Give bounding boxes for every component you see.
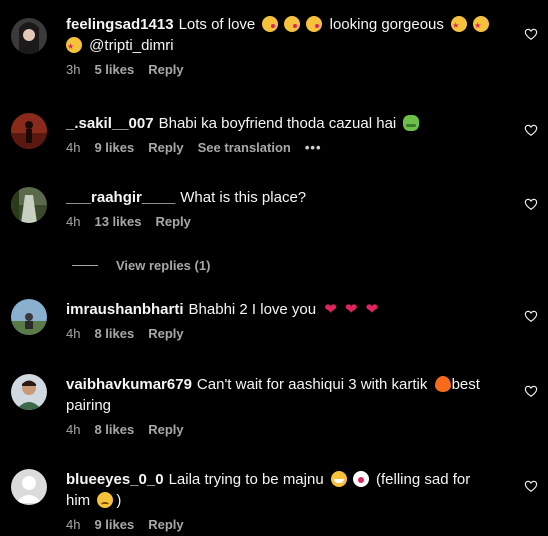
heart-outline-icon[interactable]: [524, 384, 538, 398]
heart-outline-icon[interactable]: [524, 479, 538, 493]
more-options-icon[interactable]: •••: [305, 140, 322, 155]
comment-time: 4h: [66, 140, 81, 155]
fire-icon: [434, 376, 451, 392]
mention-link[interactable]: @tripti_dimri: [89, 37, 173, 54]
comment-text: feelingsad1413 Lots of love looking gorge…: [66, 14, 506, 57]
reply-button[interactable]: Reply: [148, 517, 183, 532]
red-heart-icon: ❤: [324, 301, 337, 318]
avatar[interactable]: [11, 374, 47, 410]
likes-count[interactable]: 8 likes: [94, 326, 134, 341]
face-blowing-kiss-icon: [284, 16, 301, 32]
see-translation-button[interactable]: See translation: [198, 140, 291, 155]
comment-text: _.sakil__007 Bhabi ka boyfriend thoda caz…: [66, 113, 506, 134]
comment-meta: 4h 9 likes Reply: [66, 517, 506, 532]
comment-time: 4h: [66, 214, 81, 229]
comment-text: ___raahgir____ What is this place?: [66, 189, 307, 206]
comment-username[interactable]: feelingsad1413: [66, 16, 174, 33]
view-replies-button[interactable]: View replies (1): [72, 258, 210, 273]
reply-button[interactable]: Reply: [155, 214, 190, 229]
comment-meta: 3h 5 likes Reply: [66, 62, 506, 77]
comment-meta: 4h 9 likes Reply See translation •••: [66, 140, 506, 155]
star-struck-icon: [473, 15, 490, 36]
comment-username[interactable]: blueeyes_0_0: [66, 471, 164, 488]
likes-count[interactable]: 9 likes: [94, 517, 134, 532]
face-blowing-kiss-icon: [306, 16, 323, 32]
avatar[interactable]: [11, 187, 47, 223]
reply-button[interactable]: Reply: [148, 62, 183, 77]
comment-username[interactable]: vaibhavkumar679: [66, 376, 192, 393]
red-heart-icon: ❤: [344, 301, 358, 318]
comment-username[interactable]: ___raahgir____: [66, 189, 175, 206]
comment-text: vaibhavkumar679 Can't wait for aashiqui 3…: [66, 376, 480, 414]
avatar[interactable]: [11, 469, 47, 505]
avatar[interactable]: [11, 18, 47, 54]
comment-time: 4h: [66, 517, 81, 532]
avatar[interactable]: [11, 113, 47, 149]
heart-outline-icon[interactable]: [524, 123, 538, 137]
avatar[interactable]: [11, 299, 47, 335]
heart-outline-icon[interactable]: [524, 197, 538, 211]
comment-username[interactable]: _.sakil__007: [66, 115, 154, 132]
star-struck-icon: [66, 36, 82, 57]
divider-line: [72, 265, 98, 266]
frog-icon: [403, 115, 420, 131]
comment-time: 3h: [66, 62, 81, 77]
reply-button[interactable]: Reply: [148, 326, 183, 341]
reply-button[interactable]: Reply: [148, 422, 183, 437]
red-heart-icon: ❤: [365, 301, 379, 318]
comment-meta: 4h 13 likes Reply: [66, 214, 506, 229]
comment-text: imraushanbharti Bhabhi 2 I love you ❤ ❤ ❤: [66, 301, 379, 318]
grinning-squinting-face-icon: [330, 471, 347, 487]
heart-outline-icon[interactable]: [524, 309, 538, 323]
comment-time: 4h: [66, 422, 81, 437]
face-blowing-kiss-icon: [262, 16, 279, 32]
comment-username[interactable]: imraushanbharti: [66, 301, 184, 318]
comment-meta: 4h 8 likes Reply: [66, 422, 506, 437]
likes-count[interactable]: 9 likes: [94, 140, 134, 155]
likes-count[interactable]: 5 likes: [94, 62, 134, 77]
reply-button[interactable]: Reply: [148, 140, 183, 155]
comment-meta: 4h 8 likes Reply: [66, 326, 506, 341]
likes-count[interactable]: 13 likes: [94, 214, 141, 229]
comment-text: blueeyes_0_0 Laila trying to be majnu (fe…: [66, 471, 471, 509]
star-struck-icon: [451, 15, 468, 36]
clown-face-icon: [352, 471, 369, 487]
comment-time: 4h: [66, 326, 81, 341]
sad-face-icon: [97, 492, 114, 508]
heart-outline-icon[interactable]: [524, 27, 538, 41]
likes-count[interactable]: 8 likes: [94, 422, 134, 437]
